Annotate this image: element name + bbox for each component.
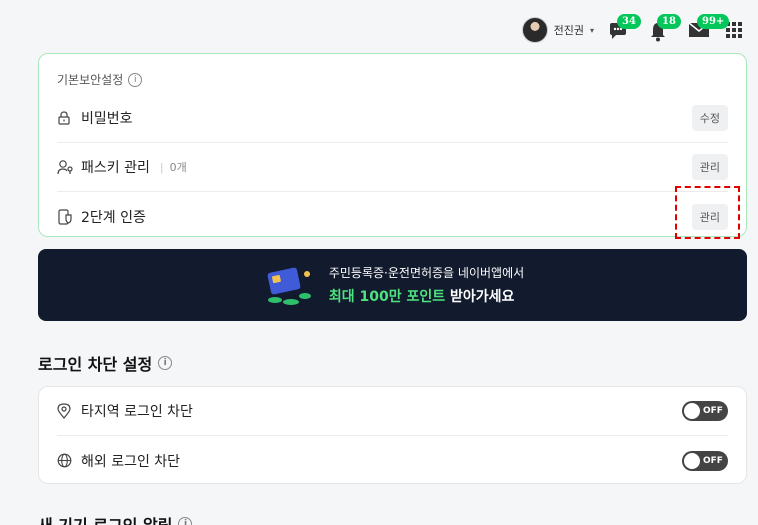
info-icon[interactable]: i [128, 72, 143, 87]
region-block-toggle-text: OFF [703, 406, 723, 416]
info-icon[interactable]: i [158, 356, 173, 370]
location-pin-icon [57, 403, 79, 419]
two-step-manage-button[interactable]: 관리 [691, 203, 728, 230]
overseas-block-label: 해외 로그인 차단 [81, 453, 181, 470]
chat-badge: 34 [617, 14, 641, 29]
mail-badge: 99+ [697, 14, 730, 29]
login-block-card: 타지역 로그인 차단 OFF 해외 로그인 차단 OFF [38, 386, 747, 484]
basic-security-card: 기본보안설정 i 비밀번호 수정 패스키 관리 | 0개 관리 2단계 인증 관리 [38, 53, 747, 237]
passkey-count-text: 0개 [169, 161, 187, 174]
username[interactable]: 전진권 [554, 22, 584, 38]
avatar[interactable] [521, 17, 548, 43]
two-step-row: 2단계 인증 관리 [57, 192, 728, 241]
passkey-row: 패스키 관리 | 0개 관리 [57, 143, 728, 192]
passkey-count: | 0개 [159, 161, 187, 174]
overseas-block-row: 해외 로그인 차단 OFF [57, 436, 728, 485]
user-menu[interactable]: 전진권 ▾ [521, 17, 594, 43]
password-row: 비밀번호 수정 [57, 94, 728, 143]
banner-highlight: 최대 100만 포인트 [328, 289, 446, 305]
lock-icon [57, 111, 79, 125]
notification-badge: 18 [657, 14, 681, 29]
region-block-row: 타지역 로그인 차단 OFF [57, 387, 728, 436]
passkey-label: 패스키 관리 [81, 160, 150, 176]
phone-shield-icon [57, 208, 79, 225]
chat-button[interactable]: 34 [606, 14, 641, 44]
banner-line1: 주민등록증·운전면허증을 네이버앱에서 [328, 266, 525, 280]
id-card-icon [261, 262, 315, 308]
region-block-label: 타지역 로그인 차단 [81, 404, 193, 420]
password-edit-button[interactable]: 수정 [691, 105, 728, 131]
passkey-icon [57, 159, 79, 175]
chevron-down-icon[interactable]: ▾ [590, 26, 594, 35]
new-device-title-text: 새 기기 로그인 알림 [38, 512, 172, 525]
region-block-toggle[interactable]: OFF [682, 401, 728, 421]
promo-banner[interactable]: 주민등록증·운전면허증을 네이버앱에서 최대 100만 포인트 받아가세요 [38, 249, 747, 321]
two-step-label: 2단계 인증 [81, 209, 146, 226]
basic-security-title: 기본보안설정 i [39, 54, 746, 88]
banner-line2: 최대 100만 포인트 받아가세요 [329, 286, 524, 306]
basic-security-title-text: 기본보안설정 [57, 73, 124, 87]
globe-icon [57, 453, 79, 468]
overseas-block-toggle-text: OFF [703, 455, 723, 466]
notification-button[interactable]: 18 [646, 14, 681, 44]
password-label: 비밀번호 [81, 111, 133, 127]
mail-button[interactable]: 99+ [686, 14, 730, 44]
new-device-title: 새 기기 로그인 알림 i [38, 512, 193, 525]
overseas-block-toggle[interactable]: OFF [682, 450, 728, 471]
login-block-title: 로그인 차단 설정 i [38, 351, 173, 375]
login-block-title-text: 로그인 차단 설정 [38, 355, 153, 374]
banner-line2-rest: 받아가세요 [445, 289, 515, 305]
top-bar: 전진권 ▾ 34 18 99+ [521, 12, 742, 48]
passkey-manage-button[interactable]: 관리 [691, 154, 728, 180]
info-icon[interactable]: i [178, 517, 193, 525]
